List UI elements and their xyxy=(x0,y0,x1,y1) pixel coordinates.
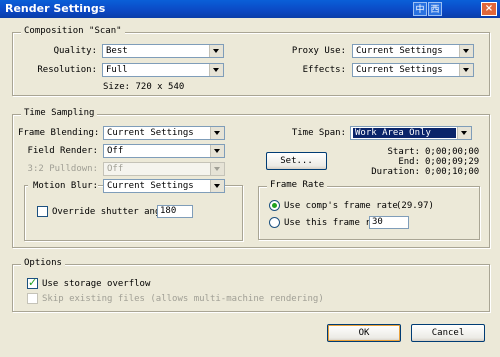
resolution-value: Full xyxy=(106,65,128,75)
ime-indicator[interactable]: 中 西 xyxy=(413,2,442,16)
pulldown-label: 3:2 Pulldown: xyxy=(27,164,98,174)
quality-select[interactable]: Best xyxy=(102,44,224,58)
size-text: Size: 720 x 540 xyxy=(103,82,185,92)
proxy-use-select[interactable]: Current Settings xyxy=(352,44,474,58)
motion-blur-select[interactable]: Current Settings xyxy=(103,179,225,193)
use-this-frame-rate-radio[interactable] xyxy=(269,217,280,228)
chevron-down-icon[interactable] xyxy=(459,45,473,57)
proxy-use-value: Current Settings xyxy=(356,46,443,56)
field-render-value: Off xyxy=(107,146,124,156)
resolution-label: Resolution: xyxy=(37,65,97,75)
chevron-down-icon[interactable] xyxy=(210,127,224,139)
ok-button-label: OK xyxy=(358,328,370,338)
chevron-down-icon[interactable] xyxy=(459,64,473,76)
chevron-down-icon[interactable] xyxy=(457,127,471,139)
duration-value: 0;00;10;00 xyxy=(425,167,480,177)
motion-blur-value: Current Settings xyxy=(107,181,194,191)
skip-existing-label: Skip existing files (allows multi-machin… xyxy=(42,294,324,304)
pulldown-select: Off xyxy=(103,162,225,176)
duration-label: Duration: xyxy=(371,167,420,177)
set-button[interactable]: Set... xyxy=(266,152,327,170)
override-shutter-checkbox[interactable] xyxy=(37,206,48,217)
use-this-frame-rate-label[interactable]: Use this frame rat xyxy=(284,218,382,228)
set-button-label: Set... xyxy=(280,156,313,166)
composition-group-title: Composition "Scan" xyxy=(21,26,125,36)
frame-rate-input[interactable]: 30 xyxy=(369,216,409,229)
time-sampling-group-title: Time Sampling xyxy=(21,108,98,118)
chevron-down-icon[interactable] xyxy=(209,64,223,76)
quality-label: Quality: xyxy=(53,46,97,56)
frame-rate-group-title: Frame Rate xyxy=(267,180,328,190)
motion-blur-label: Motion Blur: xyxy=(28,181,98,191)
window-title: Render Settings xyxy=(5,2,106,15)
chevron-down-icon[interactable] xyxy=(209,45,223,57)
options-group-title: Options xyxy=(21,258,65,268)
frame-rate-group: Frame Rate xyxy=(258,180,480,240)
time-span-label: Time Span: xyxy=(291,128,346,138)
end-label: End: xyxy=(398,157,420,167)
proxy-use-label: Proxy Use: xyxy=(291,46,346,56)
chevron-down-icon xyxy=(210,163,224,175)
render-settings-dialog: Render Settings 中 西 × Composition "Scan"… xyxy=(0,0,500,357)
use-comp-frame-rate-label[interactable]: Use comp's frame rate xyxy=(284,201,398,211)
ok-button[interactable]: OK xyxy=(327,324,401,342)
cancel-button[interactable]: Cancel xyxy=(411,324,485,342)
title-bar: Render Settings 中 西 × xyxy=(0,0,500,18)
storage-overflow-checkbox[interactable] xyxy=(27,276,38,289)
time-span-value: Work Area Only xyxy=(353,128,456,138)
chevron-down-icon[interactable] xyxy=(210,180,224,192)
field-render-label: Field Render: xyxy=(27,146,98,156)
skip-existing-checkbox xyxy=(27,293,38,304)
shutter-angle-input[interactable]: 180 xyxy=(157,205,193,218)
effects-label: Effects: xyxy=(302,65,346,75)
effects-value: Current Settings xyxy=(356,65,443,75)
field-render-select[interactable]: Off xyxy=(103,144,225,158)
frame-blending-label: Frame Blending: xyxy=(18,128,100,138)
frame-blending-value: Current Settings xyxy=(107,128,194,138)
start-label: Start: xyxy=(387,147,420,157)
pulldown-value: Off xyxy=(107,164,124,174)
override-shutter-label[interactable]: Override shutter angl xyxy=(52,207,166,217)
ime-western-icon[interactable]: 西 xyxy=(428,2,442,16)
effects-select[interactable]: Current Settings xyxy=(352,63,474,77)
close-button[interactable]: × xyxy=(481,2,497,16)
storage-overflow-label[interactable]: Use storage overflow xyxy=(42,279,150,289)
use-comp-frame-rate-radio[interactable] xyxy=(269,200,280,211)
end-value: 0;00;09;29 xyxy=(425,157,480,167)
time-span-select[interactable]: Work Area Only xyxy=(350,126,472,140)
start-value: 0;00;00;00 xyxy=(425,147,480,157)
comp-frame-rate-value: (29.97) xyxy=(396,201,434,211)
quality-value: Best xyxy=(106,46,128,56)
resolution-select[interactable]: Full xyxy=(102,63,224,77)
chevron-down-icon[interactable] xyxy=(210,145,224,157)
ime-chinese-icon[interactable]: 中 xyxy=(413,2,427,16)
cancel-button-label: Cancel xyxy=(431,328,465,338)
frame-blending-select[interactable]: Current Settings xyxy=(103,126,225,140)
